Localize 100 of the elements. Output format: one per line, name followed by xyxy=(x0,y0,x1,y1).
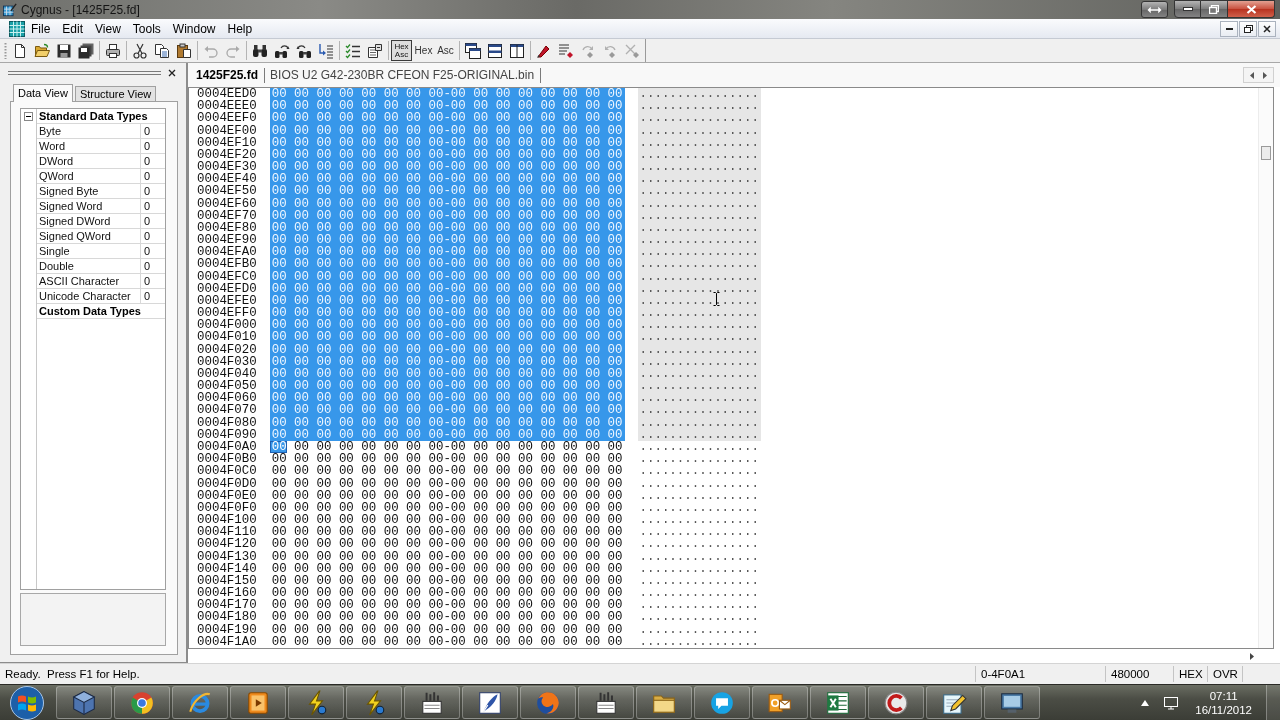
cascade-windows-icon[interactable] xyxy=(464,42,481,59)
split-horizontal-icon[interactable] xyxy=(486,42,503,59)
scrollbar-thumb[interactable] xyxy=(1261,146,1271,160)
left-triangle-icon[interactable] xyxy=(1250,71,1254,79)
start-orb-icon[interactable] xyxy=(9,684,45,720)
taskbar-button[interactable] xyxy=(230,686,286,719)
restore-button[interactable] xyxy=(1239,20,1257,37)
row-offset: 0004F070 xyxy=(196,404,257,417)
triangle-icon[interactable] xyxy=(1141,699,1150,706)
row-offset: 0004EF10 xyxy=(196,136,257,149)
view-mode-button[interactable]: Asc xyxy=(435,40,456,61)
taskbar-button[interactable] xyxy=(56,686,112,719)
taskbar-button[interactable] xyxy=(578,686,634,719)
row-offset: 0004F030 xyxy=(196,355,257,368)
hex-bytes: 00 00 00 00 00 00 00 00-00 00 00 00 00 00 00 00 xyxy=(270,635,624,648)
row-offset: 0004EFB0 xyxy=(196,258,257,271)
minimize-button[interactable] xyxy=(1220,20,1238,37)
row-offset: 0004F0D0 xyxy=(196,477,257,490)
pages-icon[interactable] xyxy=(153,42,170,59)
gripper-handle[interactable] xyxy=(8,70,161,75)
hex-bytes: 00 00 00 00 00 00 00 00-00 00 00 00 00 00 00 00 xyxy=(269,173,625,186)
taskbar-button[interactable] xyxy=(462,686,518,719)
right-triangle-icon[interactable] xyxy=(1263,71,1267,79)
form-icon[interactable] xyxy=(366,42,383,59)
menu-item[interactable]: View xyxy=(89,19,127,38)
property-name: Double xyxy=(37,259,141,274)
split-vertical-icon[interactable] xyxy=(508,42,525,59)
menu-item[interactable]: File xyxy=(25,19,57,38)
row-offset: 0004EF80 xyxy=(196,221,257,235)
open-folder-icon[interactable] xyxy=(33,42,50,59)
status-pane: HEX xyxy=(1173,666,1207,682)
lines-diamond-icon[interactable] xyxy=(557,42,574,59)
play-icon xyxy=(245,689,271,716)
restore-icon xyxy=(1209,4,1219,14)
taskbar-button[interactable] xyxy=(172,686,228,719)
lines-arrow-icon[interactable] xyxy=(317,42,334,59)
binoculars-icon[interactable] xyxy=(251,42,268,59)
collapse-icon[interactable] xyxy=(24,112,33,121)
row-offset: 0004EF20 xyxy=(196,148,257,162)
taskbar-button[interactable] xyxy=(694,686,750,719)
show-desktop-button[interactable] xyxy=(1266,685,1280,720)
property-value: 0 xyxy=(141,154,165,169)
panel-tab[interactable]: Structure View xyxy=(74,86,157,101)
taskbar-button[interactable] xyxy=(984,686,1040,719)
taskbar-button[interactable] xyxy=(404,686,460,719)
printer-icon[interactable] xyxy=(104,42,121,59)
checklist-icon[interactable] xyxy=(344,42,361,59)
row-offset: 0004F150 xyxy=(196,574,257,588)
row-offset: 0004EF70 xyxy=(196,209,257,222)
clock-time[interactable]: 07:11 xyxy=(1209,688,1238,703)
grid-icon[interactable] xyxy=(9,20,25,37)
monitor-icon[interactable] xyxy=(1163,695,1180,710)
hex-bytes: 00 00 00 00 00 00 00 00-00 00 00 00 00 00 00 00 xyxy=(270,526,624,539)
hex-bytes: 00 00 00 00 00 00 00 00-00 00 00 00 00 00 00 00 xyxy=(270,550,624,563)
right-triangle-icon[interactable] xyxy=(1250,652,1254,660)
document-tab[interactable]: 1425F25.fd xyxy=(196,67,266,83)
menu-item[interactable]: Help xyxy=(221,19,259,38)
row-offset: 0004EF40 xyxy=(196,173,257,186)
menu-item[interactable]: Edit xyxy=(56,19,90,38)
binoculars-arrow-icon[interactable] xyxy=(273,42,290,59)
taskbar-button[interactable] xyxy=(810,686,866,719)
ascii-text: ................ xyxy=(638,465,760,478)
close-button[interactable] xyxy=(1258,20,1276,37)
taskbar-button[interactable] xyxy=(926,686,982,719)
row-offset: 0004F050 xyxy=(196,380,257,393)
binoculars-arrow-icon[interactable] xyxy=(295,42,312,59)
double-arrow-button[interactable] xyxy=(1141,1,1168,18)
ascii-text: ................ xyxy=(637,319,761,332)
scissors-icon[interactable] xyxy=(131,42,148,59)
grid-pen-icon[interactable] xyxy=(3,2,17,17)
quill-icon xyxy=(477,689,503,716)
minimize-icon xyxy=(1225,27,1233,30)
clipboard-icon[interactable] xyxy=(175,42,192,59)
ascii-text: ................ xyxy=(637,100,761,113)
menu-item[interactable]: Tools xyxy=(126,19,167,38)
close-icon[interactable] xyxy=(168,68,176,77)
hex-bytes: 00 00 00 00 00 00 00 00-00 00 00 00 00 00 00 00 xyxy=(270,599,624,612)
floppy-disks-icon[interactable] xyxy=(77,42,94,59)
row-offset: 0004F160 xyxy=(196,587,257,600)
taskbar-button[interactable] xyxy=(114,686,170,719)
view-mode-button[interactable]: Hex xyxy=(413,40,434,61)
grip-dots-icon[interactable] xyxy=(4,41,7,60)
clock-date[interactable]: 16/11/2012 xyxy=(1195,702,1252,717)
document-tab[interactable]: BIOS U2 G42-230BR CFEON F25-ORIGINAL.bin xyxy=(270,67,542,83)
close-button[interactable] xyxy=(1228,0,1275,18)
taskbar-button[interactable] xyxy=(636,686,692,719)
hex-bytes: 00 00 00 00 00 00 00 00-00 00 00 00 00 00 00 00 xyxy=(269,404,625,417)
property-name: Byte xyxy=(37,124,141,139)
row-offset: 0004F0A0 xyxy=(196,441,257,454)
property-name: Signed QWord xyxy=(37,229,141,244)
minimize-button[interactable] xyxy=(1174,0,1201,18)
restore-button[interactable] xyxy=(1201,0,1228,18)
panel-tab[interactable]: Data View xyxy=(13,84,73,102)
menu-item[interactable]: Window xyxy=(166,19,222,38)
taskbar-button[interactable] xyxy=(752,686,808,719)
pens-icon xyxy=(593,689,619,716)
ascii-text: ................ xyxy=(638,587,760,600)
ascii-text: ................ xyxy=(637,161,761,174)
taskbar-button[interactable] xyxy=(868,686,924,719)
view-mode-button[interactable]: Hex Asc xyxy=(391,40,412,61)
